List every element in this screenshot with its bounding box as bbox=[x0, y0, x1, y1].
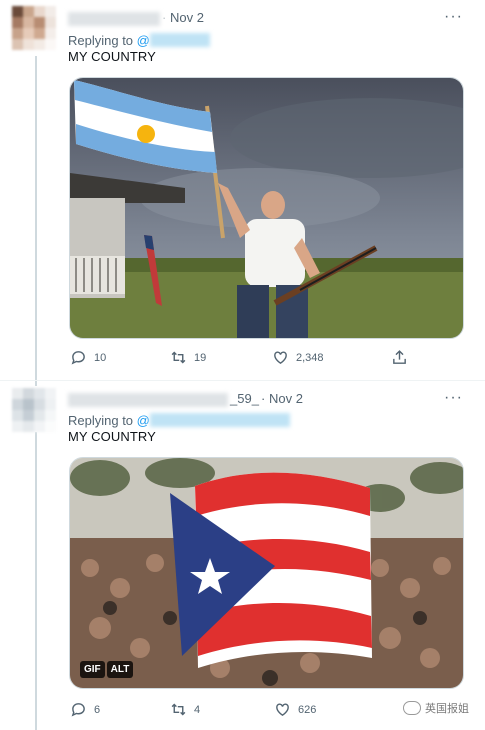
watermark-text: 英国报姐 bbox=[425, 703, 469, 715]
like-count: 626 bbox=[298, 703, 317, 716]
retweet-button[interactable]: 4 bbox=[170, 701, 200, 718]
like-button[interactable]: 626 bbox=[274, 701, 316, 718]
display-name[interactable] bbox=[68, 393, 228, 407]
display-name[interactable] bbox=[68, 12, 160, 26]
share-button[interactable] bbox=[391, 349, 408, 366]
reply-button[interactable]: 10 bbox=[70, 349, 106, 366]
retweet-count: 4 bbox=[194, 703, 201, 716]
replying-label: Replying to bbox=[68, 413, 134, 428]
alt-badge[interactable]: ALT bbox=[106, 661, 134, 678]
tweet-media[interactable] bbox=[69, 77, 464, 339]
tweet-header: _59_ · Nov 2 bbox=[68, 391, 388, 409]
flag-gif bbox=[70, 458, 463, 688]
handle-suffix: _59_ bbox=[230, 391, 259, 406]
replying-label: Replying to bbox=[68, 33, 134, 48]
tweet-date[interactable]: Nov 2 bbox=[269, 391, 303, 406]
replying-to: Replying to @ bbox=[68, 31, 210, 48]
tweet-header: · Nov 2 bbox=[68, 10, 368, 28]
tweet-date[interactable]: Nov 2 bbox=[170, 10, 204, 25]
retweet-count: 19 bbox=[194, 351, 207, 364]
retweet-icon bbox=[171, 351, 186, 364]
more-options-icon[interactable]: ··· bbox=[444, 389, 463, 407]
tweet[interactable]: _59_ · Nov 2 ··· Replying to @ MY COUNTR… bbox=[0, 381, 485, 730]
retweet-icon bbox=[171, 703, 186, 716]
like-count: 2,348 bbox=[296, 351, 324, 364]
gif-badge: GIF bbox=[80, 661, 105, 678]
tweet-media[interactable]: GIF ALT bbox=[69, 457, 464, 689]
tweet-text: MY COUNTRY bbox=[68, 429, 156, 444]
replying-to: Replying to @ bbox=[68, 411, 290, 428]
tweet-actions: 10 19 2,348 bbox=[68, 349, 408, 369]
date-separator: · bbox=[162, 10, 167, 25]
avatar[interactable] bbox=[12, 388, 56, 432]
reply-count: 10 bbox=[94, 351, 107, 364]
wechat-icon bbox=[403, 701, 421, 715]
reply-button[interactable]: 6 bbox=[70, 701, 100, 718]
like-button[interactable]: 2,348 bbox=[272, 349, 324, 366]
avatar[interactable] bbox=[12, 6, 56, 50]
replying-handle[interactable]: @ bbox=[137, 413, 290, 428]
share-icon bbox=[393, 350, 406, 364]
like-icon bbox=[276, 703, 289, 717]
reply-icon bbox=[71, 703, 85, 717]
tweet-actions: 6 4 626 bbox=[68, 701, 408, 721]
replying-handle[interactable]: @ bbox=[137, 33, 210, 48]
tweet[interactable]: · Nov 2 ··· Replying to @ MY COUNTRY 10 … bbox=[0, 0, 485, 380]
tweet-text: MY COUNTRY bbox=[68, 49, 156, 64]
retweet-button[interactable]: 19 bbox=[170, 349, 206, 366]
like-icon bbox=[274, 351, 287, 365]
date-separator: · bbox=[261, 391, 266, 406]
reply-count: 6 bbox=[94, 703, 101, 716]
flag-photo bbox=[70, 78, 463, 338]
more-options-icon[interactable]: ··· bbox=[444, 8, 463, 26]
media-badges: GIF ALT bbox=[80, 661, 134, 678]
watermark: 英国报姐 bbox=[403, 700, 469, 716]
reply-icon bbox=[71, 351, 85, 365]
